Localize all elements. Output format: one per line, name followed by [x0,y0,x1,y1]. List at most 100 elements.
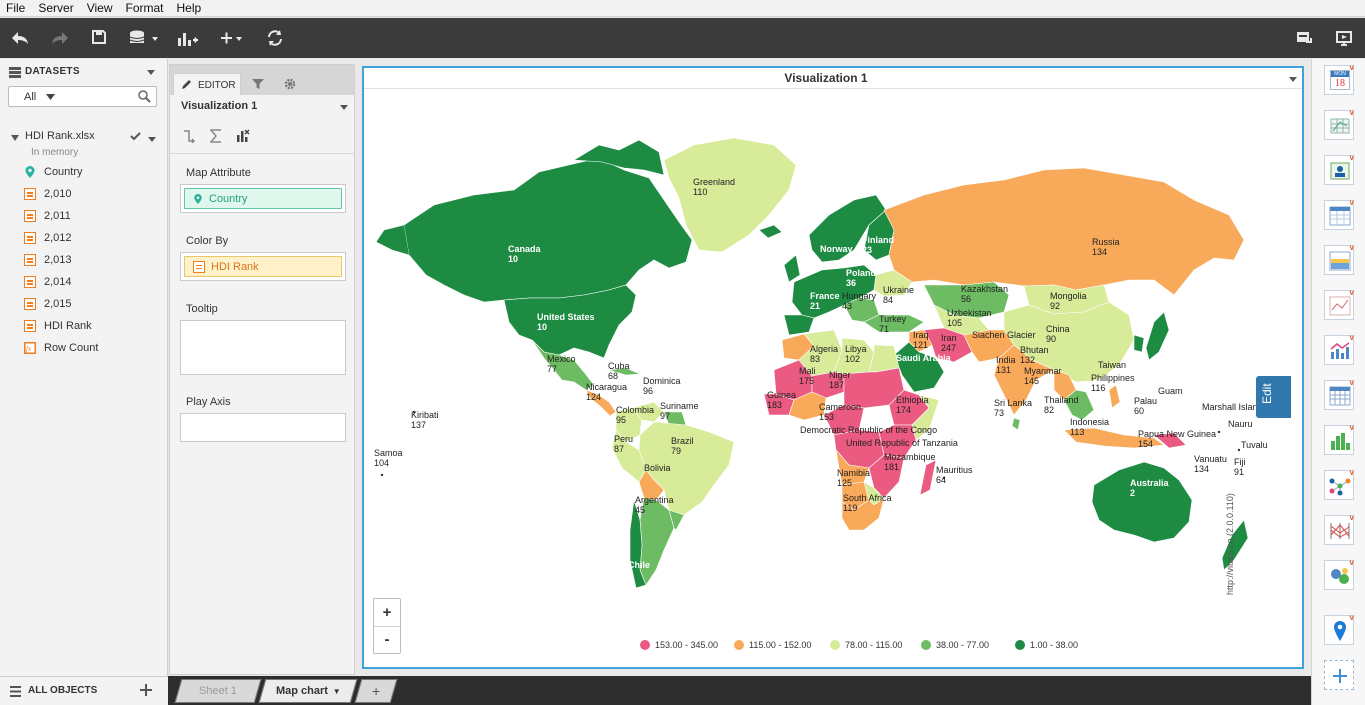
label-indonesia: Indonesia 113 [1070,417,1110,437]
color-by-value: HDI Rank [211,260,259,273]
tooltip-dropzone[interactable] [180,320,346,375]
calendar-grid-icon[interactable]: v [1324,378,1354,410]
map-country-uk[interactable] [783,254,801,283]
sheet-tab-map-chart[interactable]: Map chart ▼ [258,679,358,703]
map-pin-viz-icon[interactable]: v [1324,613,1354,645]
measure-icon [24,298,36,310]
map-attribute-pill[interactable]: Country [184,188,342,209]
bar-chart-icon[interactable]: v [1324,423,1354,455]
field-2011[interactable]: 2,011 [24,207,71,225]
calendar-viz-icon[interactable]: MON 18 v [1324,63,1354,95]
map-country-alaska[interactable] [375,224,410,256]
sheet-tab-1[interactable]: Sheet 1 [174,679,262,703]
label-turkey: Turkey 71 [879,314,907,334]
label-canada: Canada 10 [508,244,541,264]
add-menu-icon[interactable] [218,28,244,48]
export-icon[interactable] [1294,28,1314,48]
profile-card-icon[interactable]: v [1324,153,1354,185]
network-viz-icon[interactable]: v [1324,468,1354,500]
add-icon[interactable] [139,683,153,697]
sigma-icon[interactable] [210,129,222,143]
chevron-down-icon[interactable] [1289,77,1297,83]
label-hungary: Hungary 43 [842,291,877,311]
line-viz-icon[interactable]: v [1324,288,1354,320]
tab-settings[interactable] [276,73,304,95]
menu-view[interactable]: View [81,0,120,15]
field-2012[interactable]: 2,012 [24,229,72,247]
chevron-down-icon[interactable] [148,134,156,142]
label-cameroon: Cameroon 153 [819,402,862,422]
presentation-icon[interactable] [1334,28,1354,48]
field-2015[interactable]: 2,015 [24,295,72,313]
map-country-japan[interactable] [1145,311,1170,361]
chevron-down-icon[interactable] [146,67,156,75]
add-visualization-button[interactable] [1324,660,1354,690]
map-country-sri-lanka[interactable] [1011,417,1021,431]
field-country[interactable]: Country [24,163,83,181]
field-hdi-rank[interactable]: HDI Rank [24,317,92,335]
color-by-pill[interactable]: HDI Rank [184,256,342,277]
map-attribute-dropzone[interactable]: Country [180,184,346,213]
add-visualization-icon[interactable] [176,28,198,48]
field-label: 2,011 [44,210,71,222]
legend-item[interactable]: 1.00 - 38.00 [1015,640,1078,650]
legend-item[interactable]: 153.00 - 345.00 [640,640,718,650]
field-2014[interactable]: 2,014 [24,273,72,291]
legend-item[interactable]: 115.00 - 152.00 [734,640,811,650]
map-country-egypt[interactable] [868,344,900,373]
refresh-icon[interactable] [265,28,285,48]
list-icon [10,686,21,697]
map-country-russia[interactable] [883,167,1245,296]
grid-viz-icon[interactable]: v [1324,108,1354,140]
chevron-down-icon[interactable] [46,94,55,100]
tab-filter[interactable] [244,73,272,95]
legend-item[interactable]: 38.00 - 77.00 [921,640,989,650]
dataset-filter-search[interactable]: All [8,86,157,107]
play-axis-dropzone[interactable] [180,413,346,442]
field-row-count[interactable]: fx Row Count [24,339,98,357]
chevron-down-icon[interactable] [340,105,348,111]
add-sheet-button[interactable]: + [354,679,398,703]
zoom-in-button[interactable]: + [374,599,400,627]
heatmap-viz-icon[interactable]: v [1324,243,1354,275]
menu-format[interactable]: Format [119,0,170,15]
divider [170,153,354,154]
map-country-australia[interactable] [1091,461,1193,543]
database-icon [9,67,21,78]
label-siachen-glacier: Siachen Glacier [972,330,1036,340]
map-country-iceland[interactable] [758,224,783,239]
menu-file[interactable]: File [0,0,32,15]
combo-chart-icon[interactable]: v [1324,333,1354,365]
filter-select-value[interactable]: All [24,91,36,103]
undo-icon[interactable] [10,28,30,48]
menu-server[interactable]: Server [32,0,80,15]
bubble-chart-icon[interactable]: v [1324,558,1354,590]
edit-button[interactable]: Edit [1256,376,1291,418]
table-viz-icon[interactable]: v [1324,198,1354,230]
menu-help[interactable]: Help [171,0,209,15]
legend-item[interactable]: 78.00 - 115.00 [830,640,902,650]
map-country-korea[interactable] [1133,334,1145,353]
credit-link[interactable]: http://vitara.co (2.0.0.110) [1225,459,1235,595]
add-dataset-icon[interactable] [128,28,160,48]
chart-settings-icon[interactable] [236,128,250,143]
save-icon[interactable] [90,28,108,48]
color-by-dropzone[interactable]: HDI Rank [180,252,346,281]
redo-icon[interactable] [50,28,70,48]
parallel-coordinates-icon[interactable]: v [1324,513,1354,545]
search-icon[interactable] [138,90,151,103]
dataset-file-name[interactable]: HDI Rank.xlsx [25,130,95,142]
all-objects-label[interactable]: ALL OBJECTS [28,685,97,696]
field-2013[interactable]: 2,013 [24,251,72,269]
viz-name[interactable]: Visualization 1 [181,100,257,112]
map-country-iberia[interactable] [783,314,815,336]
viz-title[interactable]: Visualization 1 [364,71,1288,85]
label-australia: Australia 2 [1130,478,1169,498]
expand-triangle-icon[interactable] [11,133,19,141]
checkmark-icon [130,132,141,141]
tab-editor[interactable]: EDITOR [173,73,241,95]
field-2010[interactable]: 2,010 [24,185,72,203]
zoom-out-button[interactable]: - [374,627,400,654]
map-country-canada[interactable] [403,157,693,303]
swap-axes-icon[interactable] [182,129,196,143]
